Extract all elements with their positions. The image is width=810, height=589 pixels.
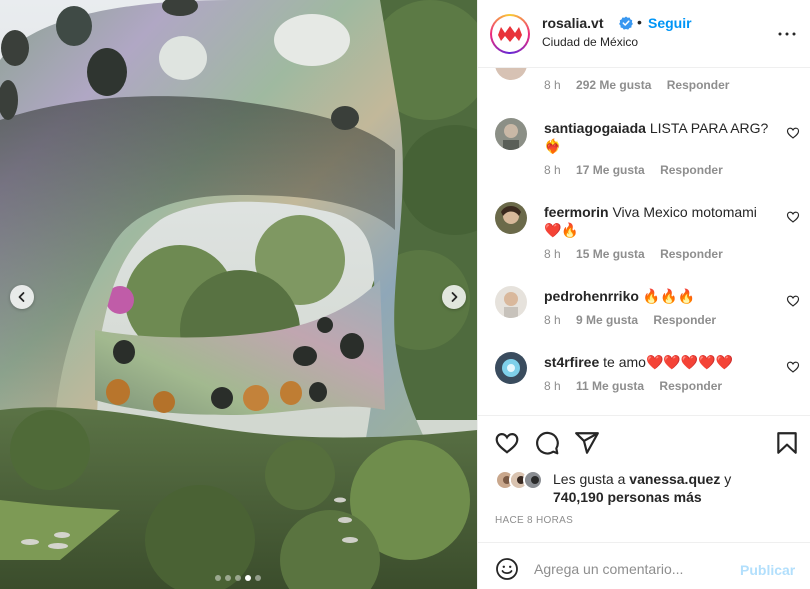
commenter-avatar[interactable] [495, 286, 527, 318]
post-location[interactable]: Ciudad de México [542, 35, 638, 49]
reply-button[interactable]: Responder [659, 379, 722, 393]
comment-composer: Publicar [478, 542, 810, 589]
heart-icon[interactable] [786, 210, 800, 224]
publish-button[interactable]: Publicar [740, 562, 795, 578]
post-photo [0, 0, 477, 589]
comment-likes[interactable]: 9 Me gusta [576, 313, 638, 327]
comment-text: santiagogaiada LISTA PARA ARG? ❤️‍🔥 [544, 119, 776, 155]
commenter-avatar[interactable] [495, 68, 527, 80]
carousel-prev-button[interactable] [10, 285, 34, 309]
reply-button[interactable]: Responder [653, 313, 716, 327]
follow-button[interactable]: Seguir [648, 15, 692, 31]
commenter-username[interactable]: pedrohenrriko [544, 288, 639, 304]
author-avatar[interactable] [490, 14, 530, 54]
comment-time: 8 h [544, 78, 561, 92]
post-side-panel: rosalia.vt • Seguir Ciudad de México 8 h… [477, 0, 810, 589]
comment-meta: 8 h 9 Me gusta Responder [544, 313, 728, 327]
comment-text: st4rfiree te amo❤️❤️❤️❤️❤️ [544, 353, 776, 371]
carousel-dot [255, 575, 261, 581]
likes-suffix: y [724, 471, 732, 487]
commenter-avatar[interactable] [495, 352, 527, 384]
more-options-icon[interactable] [775, 22, 799, 46]
heart-icon[interactable] [494, 430, 520, 456]
heart-icon[interactable] [786, 294, 800, 308]
comment-likes[interactable]: 15 Me gusta [576, 247, 645, 261]
comment-meta: 8 h 11 Me gusta Responder [544, 379, 734, 393]
comment-body: te amo❤️❤️❤️❤️❤️ [603, 354, 734, 370]
carousel-dot [225, 575, 231, 581]
comment-time: 8 h [544, 313, 561, 327]
likes-summary: Les gusta a vanessa.quez y [553, 471, 731, 487]
post-header: rosalia.vt • Seguir Ciudad de México [478, 0, 810, 68]
comment-likes[interactable]: 17 Me gusta [576, 163, 645, 177]
comment-input[interactable] [534, 555, 734, 583]
post-media[interactable] [0, 0, 477, 589]
liker-avatar [523, 470, 543, 490]
reply-button[interactable]: Responder [667, 78, 730, 92]
author-username[interactable]: rosalia.vt [542, 15, 603, 31]
comment-likes[interactable]: 11 Me gusta [576, 379, 644, 393]
carousel-next-button[interactable] [442, 285, 466, 309]
comment-text: feermorin Viva Mexico motomami ❤️🔥 [544, 203, 776, 239]
share-icon[interactable] [574, 430, 600, 456]
chevron-right-icon [451, 292, 458, 302]
commenter-avatar[interactable] [495, 118, 527, 150]
chevron-left-icon [18, 292, 25, 302]
heart-icon[interactable] [786, 126, 800, 140]
comment-time: 8 h [544, 163, 561, 177]
post-timestamp[interactable]: HACE 8 HORAS [495, 515, 573, 526]
comment-meta: 8 h 17 Me gusta Responder [544, 163, 735, 177]
carousel-dot [245, 575, 251, 581]
verified-badge-icon [619, 16, 633, 30]
commenter-username[interactable]: st4rfiree [544, 354, 599, 370]
carousel-indicator [215, 575, 261, 581]
comment-text: pedrohenrriko 🔥🔥🔥 [544, 287, 776, 305]
header-separator: • [637, 14, 642, 30]
comment-time: 8 h [544, 379, 561, 393]
carousel-dot [215, 575, 221, 581]
reply-button[interactable]: Responder [660, 163, 723, 177]
comment-time: 8 h [544, 247, 561, 261]
reply-button[interactable]: Responder [660, 247, 723, 261]
comment-likes[interactable]: 292 Me gusta [576, 78, 651, 92]
author-logo [494, 18, 526, 50]
comment-icon[interactable] [534, 430, 560, 456]
liker-username[interactable]: vanessa.quez [629, 471, 720, 487]
comment-meta: 8 h 15 Me gusta Responder [544, 247, 735, 261]
likes-prefix: Les gusta a [553, 471, 626, 487]
commenter-avatar[interactable] [495, 202, 527, 234]
likes-count[interactable]: 740,190 personas más [553, 489, 702, 505]
commenter-username[interactable]: santiagogaiada [544, 120, 646, 136]
emoji-icon[interactable] [495, 557, 519, 581]
bookmark-icon[interactable] [774, 430, 800, 456]
comment-meta: 8 h 292 Me gusta Responder [544, 78, 741, 92]
comments-list[interactable]: 8 h 292 Me gusta Responder santiagogaiad… [478, 68, 810, 416]
carousel-dot [235, 575, 241, 581]
commenter-username[interactable]: feermorin [544, 204, 609, 220]
comment-body: 🔥🔥🔥 [642, 288, 696, 304]
heart-icon[interactable] [786, 360, 800, 374]
